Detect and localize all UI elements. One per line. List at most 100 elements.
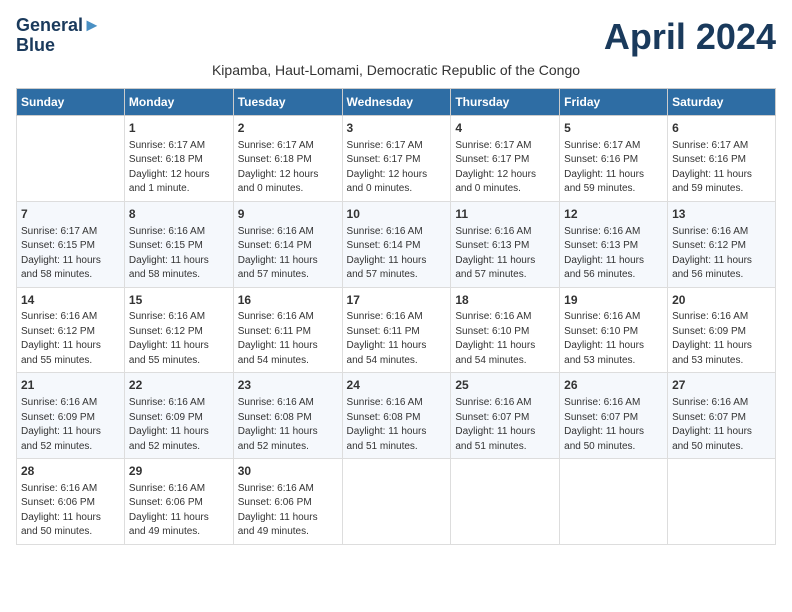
day-number: 2 [238,120,338,137]
day-cell [668,459,776,545]
day-number: 3 [347,120,447,137]
day-cell: 2 Sunrise: 6:17 AMSunset: 6:18 PMDaylight… [233,116,342,202]
day-number: 6 [672,120,771,137]
day-info: Sunrise: 6:16 AMSunset: 6:09 PMDaylight:… [129,396,229,454]
month-title: April 2024 [604,16,776,58]
day-number: 13 [672,206,771,223]
day-cell [342,459,451,545]
day-cell: 11 Sunrise: 6:16 AMSunset: 6:13 PMDayligh… [451,201,560,287]
day-info: Sunrise: 6:17 AMSunset: 6:16 PMDaylight:… [564,139,663,197]
day-number: 28 [21,463,120,480]
day-cell: 21 Sunrise: 6:16 AMSunset: 6:09 PMDayligh… [17,373,125,459]
day-info: Sunrise: 6:16 AMSunset: 6:11 PMDaylight:… [238,310,338,368]
week-row-2: 7 Sunrise: 6:17 AMSunset: 6:15 PMDaylight… [17,201,776,287]
day-cell: 16Sunrise: 6:16 AMSunset: 6:11 PMDayligh… [233,287,342,373]
day-info: Sunrise: 6:16 AMSunset: 6:08 PMDaylight:… [238,396,338,454]
day-cell: 10 Sunrise: 6:16 AMSunset: 6:14 PMDayligh… [342,201,451,287]
week-row-1: 1 Sunrise: 6:17 AMSunset: 6:18 PMDaylight… [17,116,776,202]
day-cell: 18Sunrise: 6:16 AMSunset: 6:10 PMDayligh… [451,287,560,373]
day-cell: 12Sunrise: 6:16 AMSunset: 6:13 PMDayligh… [560,201,668,287]
day-cell [17,116,125,202]
header-day-wednesday: Wednesday [342,89,451,116]
day-number: 9 [238,206,338,223]
day-cell: 17Sunrise: 6:16 AMSunset: 6:11 PMDayligh… [342,287,451,373]
header-day-tuesday: Tuesday [233,89,342,116]
day-info: Sunrise: 6:16 AMSunset: 6:13 PMDaylight:… [455,225,555,283]
subtitle: Kipamba, Haut-Lomami, Democratic Republi… [16,62,776,78]
day-cell: 15Sunrise: 6:16 AMSunset: 6:12 PMDayligh… [124,287,233,373]
day-cell: 1 Sunrise: 6:17 AMSunset: 6:18 PMDaylight… [124,116,233,202]
day-number: 20 [672,292,771,309]
day-info: Sunrise: 6:17 AMSunset: 6:17 PMDaylight:… [347,139,447,197]
day-info: Sunrise: 6:17 AMSunset: 6:15 PMDaylight:… [21,225,120,283]
header-day-thursday: Thursday [451,89,560,116]
day-number: 17 [347,292,447,309]
day-cell: 19Sunrise: 6:16 AMSunset: 6:10 PMDayligh… [560,287,668,373]
day-number: 16 [238,292,338,309]
day-cell: 23 Sunrise: 6:16 AMSunset: 6:08 PMDayligh… [233,373,342,459]
day-info: Sunrise: 6:16 AMSunset: 6:06 PMDaylight:… [129,482,229,540]
day-cell: 25Sunrise: 6:16 AMSunset: 6:07 PMDayligh… [451,373,560,459]
day-number: 25 [455,377,555,394]
day-cell [451,459,560,545]
day-info: Sunrise: 6:16 AMSunset: 6:08 PMDaylight:… [347,396,447,454]
day-number: 7 [21,206,120,223]
calendar-body: 1 Sunrise: 6:17 AMSunset: 6:18 PMDaylight… [17,116,776,545]
header-day-friday: Friday [560,89,668,116]
day-info: Sunrise: 6:17 AMSunset: 6:16 PMDaylight:… [672,139,771,197]
day-cell: 30 Sunrise: 6:16 AMSunset: 6:06 PMDayligh… [233,459,342,545]
day-number: 14 [21,292,120,309]
calendar-header-row: SundayMondayTuesdayWednesdayThursdayFrid… [17,89,776,116]
day-number: 26 [564,377,663,394]
day-info: Sunrise: 6:17 AMSunset: 6:17 PMDaylight:… [455,139,555,197]
day-cell: 14Sunrise: 6:16 AMSunset: 6:12 PMDayligh… [17,287,125,373]
day-cell: 6 Sunrise: 6:17 AMSunset: 6:16 PMDaylight… [668,116,776,202]
day-info: Sunrise: 6:16 AMSunset: 6:09 PMDaylight:… [21,396,120,454]
day-number: 22 [129,377,229,394]
week-row-5: 28 Sunrise: 6:16 AMSunset: 6:06 PMDayligh… [17,459,776,545]
day-info: Sunrise: 6:16 AMSunset: 6:07 PMDaylight:… [564,396,663,454]
day-cell: 13 Sunrise: 6:16 AMSunset: 6:12 PMDayligh… [668,201,776,287]
day-info: Sunrise: 6:16 AMSunset: 6:06 PMDaylight:… [21,482,120,540]
day-number: 12 [564,206,663,223]
day-info: Sunrise: 6:16 AMSunset: 6:12 PMDaylight:… [672,225,771,283]
day-cell: 28 Sunrise: 6:16 AMSunset: 6:06 PMDayligh… [17,459,125,545]
day-info: Sunrise: 6:16 AMSunset: 6:06 PMDaylight:… [238,482,338,540]
day-info: Sunrise: 6:16 AMSunset: 6:10 PMDaylight:… [564,310,663,368]
day-number: 23 [238,377,338,394]
day-info: Sunrise: 6:16 AMSunset: 6:14 PMDaylight:… [347,225,447,283]
logo: General►Blue [16,16,101,56]
day-number: 27 [672,377,771,394]
day-number: 30 [238,463,338,480]
day-number: 5 [564,120,663,137]
day-info: Sunrise: 6:16 AMSunset: 6:09 PMDaylight:… [672,310,771,368]
day-cell: 4 Sunrise: 6:17 AMSunset: 6:17 PMDaylight… [451,116,560,202]
header-day-sunday: Sunday [17,89,125,116]
page-header: General►Blue April 2024 [16,16,776,58]
day-number: 18 [455,292,555,309]
day-info: Sunrise: 6:17 AMSunset: 6:18 PMDaylight:… [129,139,229,197]
day-number: 19 [564,292,663,309]
day-number: 8 [129,206,229,223]
day-cell: 8 Sunrise: 6:16 AMSunset: 6:15 PMDaylight… [124,201,233,287]
week-row-3: 14Sunrise: 6:16 AMSunset: 6:12 PMDayligh… [17,287,776,373]
day-number: 21 [21,377,120,394]
day-info: Sunrise: 6:16 AMSunset: 6:11 PMDaylight:… [347,310,447,368]
day-info: Sunrise: 6:16 AMSunset: 6:15 PMDaylight:… [129,225,229,283]
day-cell: 7 Sunrise: 6:17 AMSunset: 6:15 PMDaylight… [17,201,125,287]
day-cell: 26 Sunrise: 6:16 AMSunset: 6:07 PMDayligh… [560,373,668,459]
day-number: 24 [347,377,447,394]
day-number: 11 [455,206,555,223]
header-day-saturday: Saturday [668,89,776,116]
day-cell: 29Sunrise: 6:16 AMSunset: 6:06 PMDayligh… [124,459,233,545]
day-info: Sunrise: 6:17 AMSunset: 6:18 PMDaylight:… [238,139,338,197]
day-cell: 20Sunrise: 6:16 AMSunset: 6:09 PMDayligh… [668,287,776,373]
day-number: 4 [455,120,555,137]
day-number: 1 [129,120,229,137]
day-info: Sunrise: 6:16 AMSunset: 6:12 PMDaylight:… [21,310,120,368]
day-number: 10 [347,206,447,223]
day-cell: 27Sunrise: 6:16 AMSunset: 6:07 PMDayligh… [668,373,776,459]
week-row-4: 21 Sunrise: 6:16 AMSunset: 6:09 PMDayligh… [17,373,776,459]
day-info: Sunrise: 6:16 AMSunset: 6:10 PMDaylight:… [455,310,555,368]
day-number: 15 [129,292,229,309]
